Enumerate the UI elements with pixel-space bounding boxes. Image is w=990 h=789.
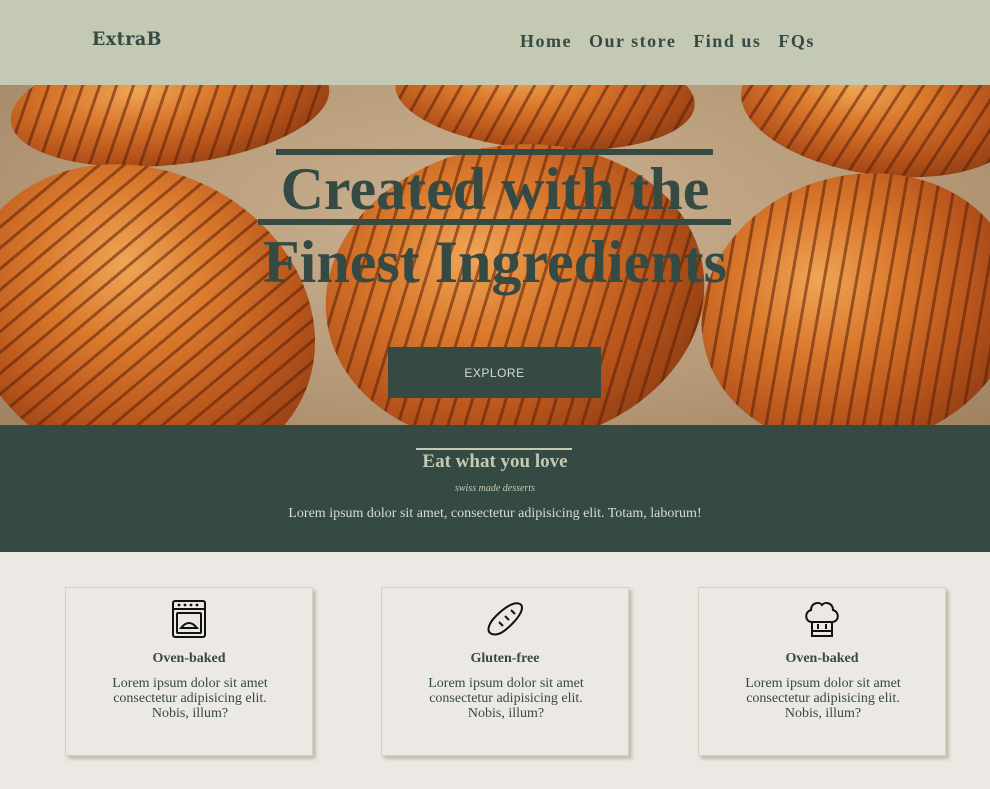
card-title: Oven-baked	[152, 651, 226, 666]
bread-icon	[487, 602, 523, 636]
card-text: Lorem ipsum dolor sit amet consectetur a…	[112, 676, 268, 721]
band-tagline: swiss made desserts	[454, 483, 535, 494]
card-text: Lorem ipsum dolor sit amet consectetur a…	[745, 676, 901, 721]
band-divider	[416, 448, 572, 450]
card-text: Lorem ipsum dolor sit amet consectetur a…	[428, 676, 584, 721]
nav-our-store[interactable]: Our store	[589, 31, 676, 52]
nav-home[interactable]: Home	[520, 31, 572, 52]
logo[interactable]: ExtraB	[92, 28, 162, 50]
feature-card-oven-baked-2: Oven-baked Lorem ipsum dolor sit amet co…	[698, 587, 946, 756]
main-nav: Home Our store Find us FQs	[520, 31, 815, 52]
hero-section: Created with the Finest Ingredients EXPL…	[0, 85, 990, 425]
card-title: Gluten-free	[470, 651, 540, 666]
intro-band: Eat what you love swiss made desserts Lo…	[0, 425, 990, 552]
band-title: Eat what you love	[422, 451, 568, 472]
chef-hat-icon	[805, 601, 839, 637]
feature-card-oven-baked: Oven-baked Lorem ipsum dolor sit amet co…	[65, 587, 313, 756]
card-title: Oven-baked	[785, 651, 859, 666]
explore-button[interactable]: EXPLORE	[388, 347, 601, 398]
oven-icon	[172, 600, 206, 638]
hero-title-line1: Created with the	[280, 156, 710, 222]
feature-card-gluten-free: Gluten-free Lorem ipsum dolor sit amet c…	[381, 587, 629, 756]
nav-find-us[interactable]: Find us	[693, 31, 761, 52]
site-header: ExtraB Home Our store Find us FQs	[0, 0, 990, 85]
hero-title-line2: Finest Ingredients	[263, 229, 727, 295]
band-text: Lorem ipsum dolor sit amet, consectetur …	[288, 506, 702, 521]
nav-fqs[interactable]: FQs	[778, 31, 815, 52]
